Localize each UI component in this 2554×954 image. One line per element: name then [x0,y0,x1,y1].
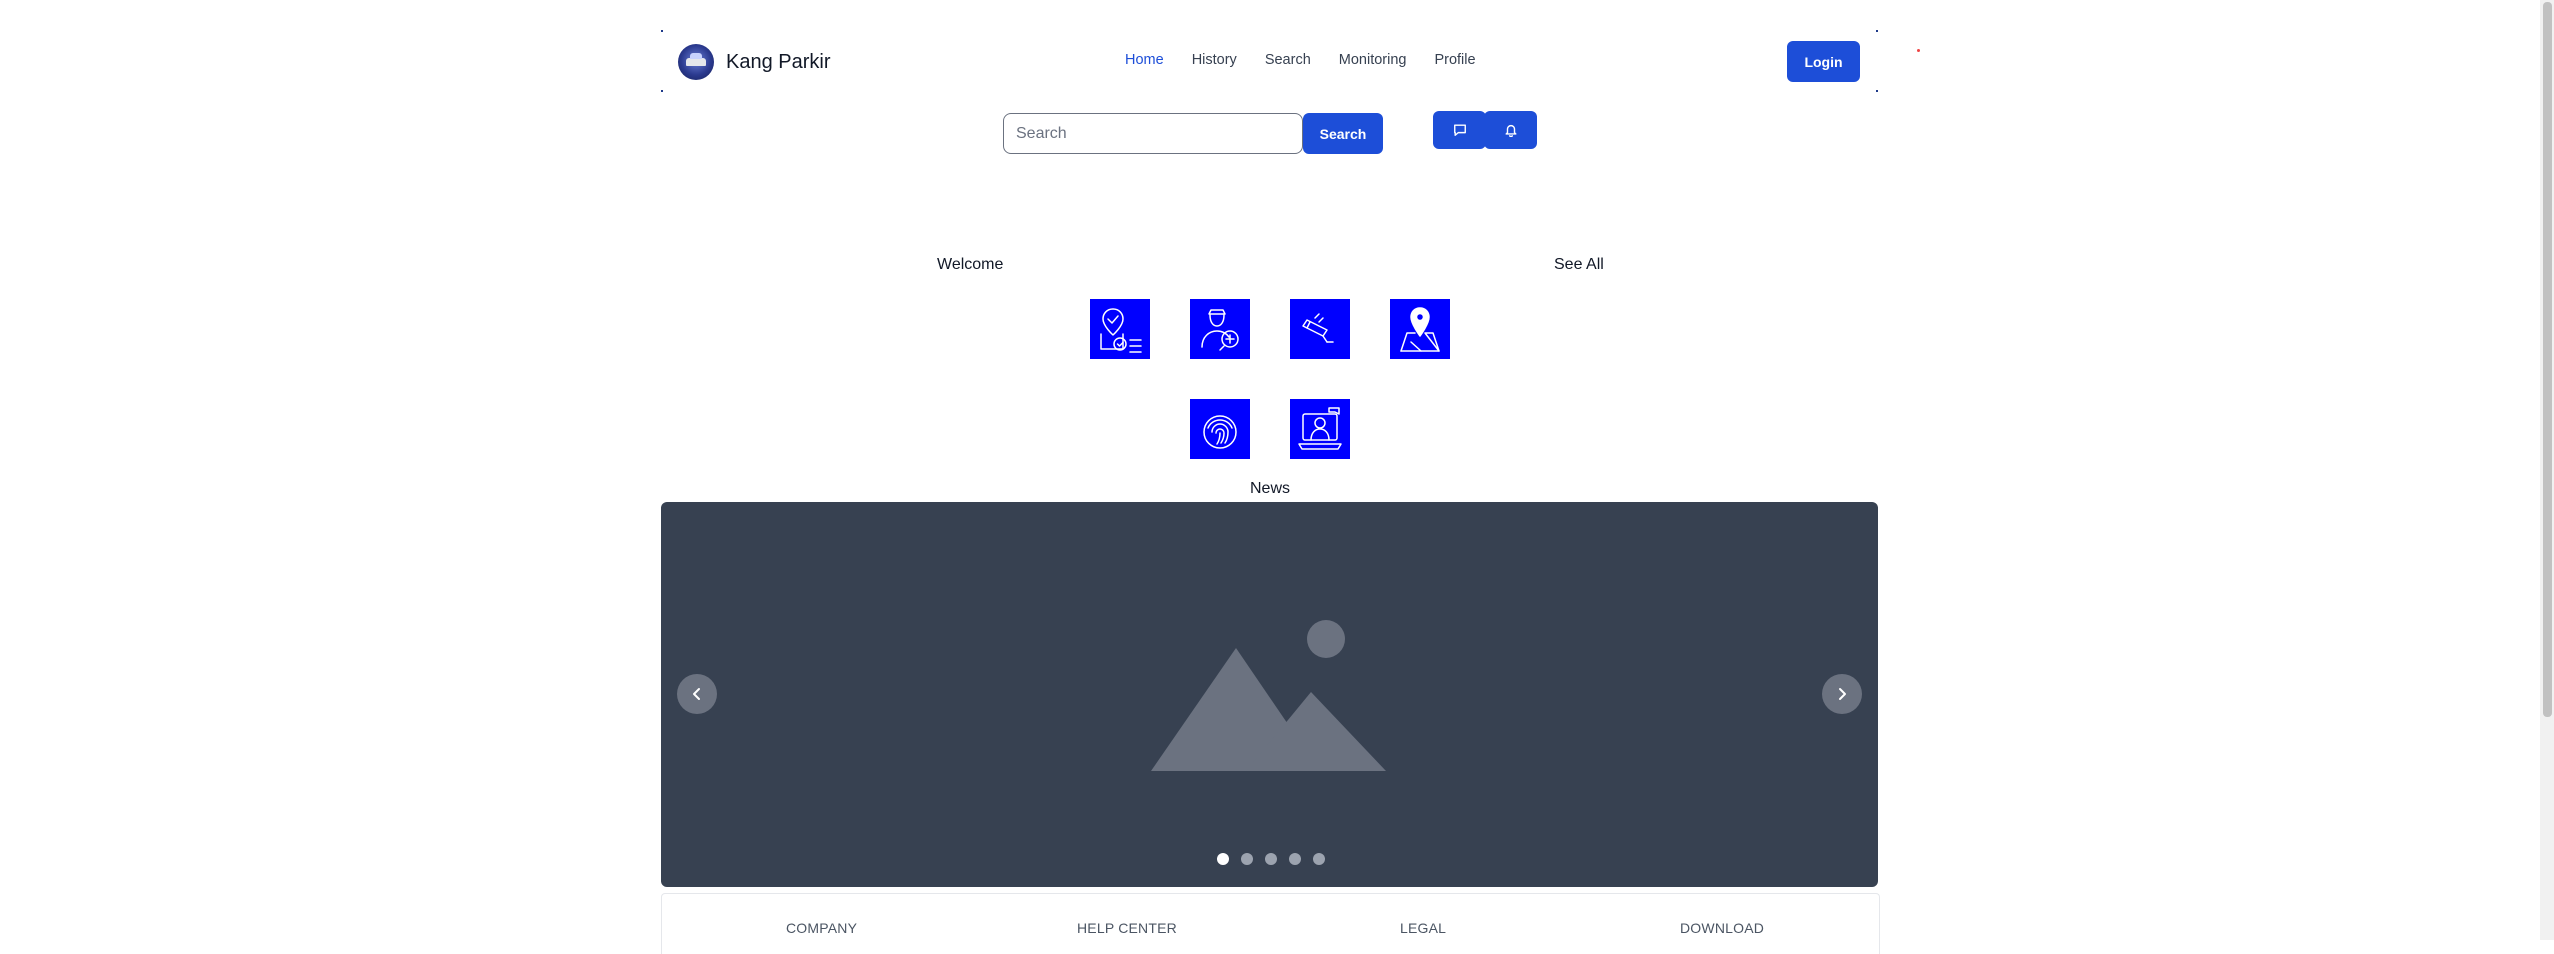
carousel-next-button[interactable] [1822,674,1862,714]
scrollbar-thumb[interactable] [2543,2,2552,717]
footer-heading-help-center: HELP CENTER [1077,920,1177,936]
cctv-camera-icon [1302,313,1334,343]
search-button[interactable]: Search [1303,113,1383,154]
navbar-corner [1876,30,1878,32]
carousel-indicator[interactable] [1289,853,1301,865]
feature-tile-cctv[interactable] [1290,299,1350,359]
nav-item-history[interactable]: History [1192,52,1237,68]
brand[interactable]: Kang Parkir [678,44,831,80]
chat-icon [1453,124,1466,136]
online-support-icon [1298,407,1342,450]
news-title: News [1250,480,1291,497]
navbar: Kang Parkir Home History Search Monitori… [661,30,1878,92]
see-all-link[interactable]: See All [1554,256,1604,274]
nav-item-home[interactable]: Home [1125,52,1164,68]
map-pin-icon [1400,307,1440,352]
chevron-left-icon [693,688,700,700]
image-placeholder-icon [1151,620,1386,771]
fingerprint-icon [1203,415,1237,449]
notification-button[interactable] [1484,111,1537,149]
nav-item-search[interactable]: Search [1265,52,1311,68]
carousel-indicator[interactable] [1217,853,1229,865]
news-carousel[interactable] [661,502,1878,887]
login-button[interactable]: Login [1787,41,1860,82]
footer: COMPANY HELP CENTER LEGAL DOWNLOAD [661,893,1880,954]
chat-button[interactable] [1433,111,1486,149]
feature-tile-map-pin[interactable] [1390,299,1450,359]
feature-tile-location-checklist[interactable] [1090,299,1150,359]
carousel-indicator[interactable] [1313,853,1325,865]
location-checklist-icon [1100,308,1142,353]
feature-tile-parking-attendant[interactable] [1190,299,1250,359]
nav-menu: Home History Search Monitoring Profile [1125,52,1504,68]
carousel-indicator[interactable] [1241,853,1253,865]
search-input[interactable] [1003,113,1303,154]
navbar-corner [661,30,663,32]
footer-heading-legal: LEGAL [1400,920,1447,936]
footer-heading-company: COMPANY [786,920,858,936]
red-dot [1917,49,1920,52]
feature-tile-online-support[interactable] [1290,399,1350,459]
parking-attendant-icon [1201,309,1239,351]
navbar-corner [661,90,663,92]
nav-item-profile[interactable]: Profile [1434,52,1475,68]
carousel-prev-button[interactable] [677,674,717,714]
chevron-right-icon [1839,688,1846,700]
car-logo-icon [678,44,714,80]
carousel-indicator[interactable] [1265,853,1277,865]
nav-item-monitoring[interactable]: Monitoring [1339,52,1407,68]
welcome-title: Welcome [937,256,1004,273]
brand-name: Kang Parkir [726,50,831,73]
bell-icon [1504,124,1517,137]
footer-heading-download: DOWNLOAD [1680,920,1765,936]
feature-tile-fingerprint[interactable] [1190,399,1250,459]
navbar-corner [1876,90,1878,92]
